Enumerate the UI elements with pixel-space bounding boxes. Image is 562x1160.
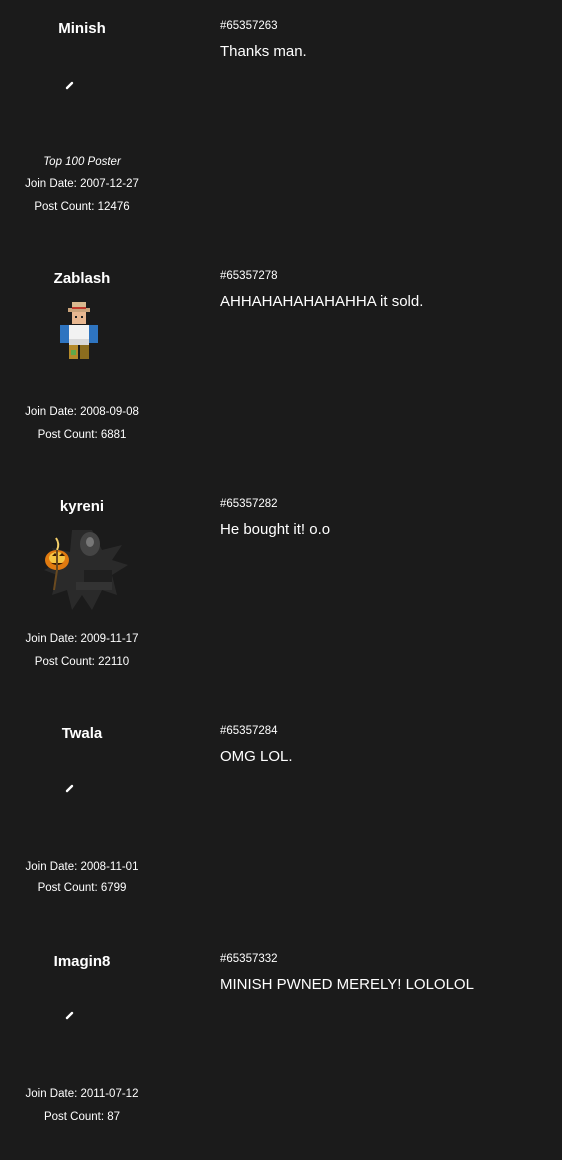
user-rank-title: Top 100 Poster [43, 156, 121, 168]
post-id-link[interactable]: #65357282 [220, 498, 278, 510]
post-count: Post Count: 12476 [34, 201, 130, 213]
join-date: Join Date: 2011-07-12 [25, 1088, 139, 1100]
user-info: Twala Join Date: 2008-11-01 Post Count: … [0, 705, 164, 932]
avatar-broken-image-icon[interactable] [32, 747, 132, 847]
post-body: He bought it! o.o [220, 521, 331, 538]
avatar-pumpkin-reaper-icon[interactable] [32, 520, 132, 620]
join-date: Join Date: 2008-11-01 [25, 861, 139, 873]
forum-post: kyreni Join Date: 2009-11-17 Post Count:… [0, 478, 562, 705]
post-count: Post Count: 87 [43, 1111, 121, 1123]
post-id-link[interactable]: #65357263 [220, 20, 278, 32]
avatar-broken-image-icon[interactable] [32, 42, 132, 142]
user-info: kyreni Join Date: 2009-11-17 Post Count:… [0, 478, 164, 705]
forum-post: Twala Join Date: 2008-11-01 Post Count: … [0, 705, 562, 932]
post-body: OMG LOL. [220, 748, 293, 765]
username-link[interactable]: Zablash [0, 270, 164, 287]
username-link[interactable]: Imagin8 [0, 953, 164, 970]
join-date: Join Date: 2007-12-27 [25, 178, 139, 190]
forum-post: Zablash Join Date: 2008-09-08 Post Count… [0, 250, 562, 477]
forum-post: Minish Top 100 Poster Join Date: 2007-12… [0, 0, 562, 227]
user-info: Zablash Join Date: 2008-09-08 Post Count… [0, 250, 164, 477]
post-count: Post Count: 22110 [34, 656, 130, 668]
post-count: Post Count: 6799 [37, 882, 127, 894]
post-count: Post Count: 6881 [37, 429, 127, 441]
post-body: MINISH PWNED MERELY! LOLOLOL [220, 976, 474, 993]
username-link[interactable]: kyreni [0, 498, 164, 515]
avatar-roblox-character-icon[interactable] [32, 292, 132, 392]
username-link[interactable]: Minish [0, 20, 164, 37]
forum-post: Imagin8 Join Date: 2011-07-12 Post Count… [0, 933, 562, 1160]
post-id-link[interactable]: #65357332 [220, 953, 278, 965]
user-info: Minish Top 100 Poster Join Date: 2007-12… [0, 0, 164, 227]
username-link[interactable]: Twala [0, 725, 164, 742]
join-date: Join Date: 2008-09-08 [25, 406, 139, 418]
user-info: Imagin8 Join Date: 2011-07-12 Post Count… [0, 933, 164, 1160]
post-body: Thanks man. [220, 43, 307, 60]
post-id-link[interactable]: #65357284 [220, 725, 278, 737]
post-body: AHHAHAHAHAHAHHA it sold. [220, 293, 424, 310]
post-id-link[interactable]: #65357278 [220, 270, 278, 282]
join-date: Join Date: 2009-11-17 [25, 633, 139, 645]
avatar-broken-image-icon[interactable] [32, 975, 132, 1075]
